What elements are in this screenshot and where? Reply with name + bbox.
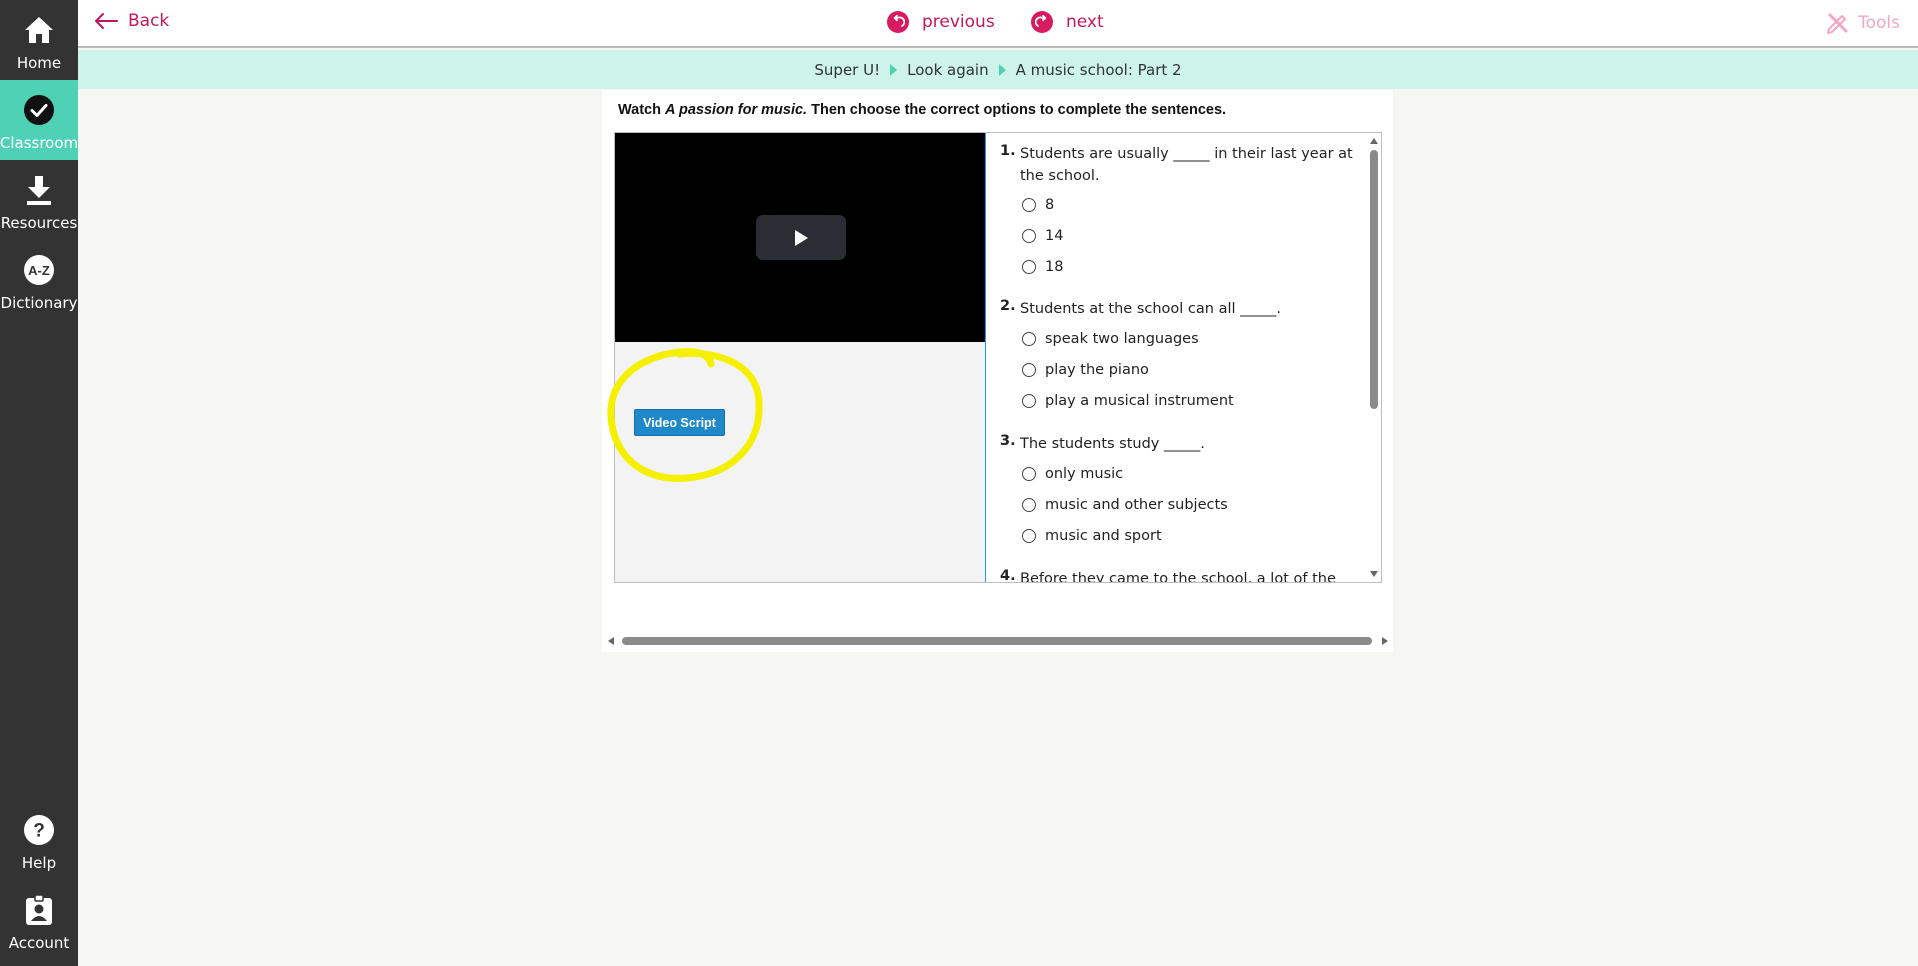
sidebar: Home Classroom Resources A-Z Dictionary … [0,0,78,966]
radio-button[interactable] [1022,394,1036,408]
media-pane: Video Script [607,133,986,582]
option-label: music and sport [1045,528,1162,544]
play-icon [795,229,808,246]
tools-label: Tools [1858,13,1900,33]
option-label: play a musical instrument [1045,393,1234,409]
option-label: 8 [1045,197,1055,213]
download-icon [22,173,56,207]
scroll-up-arrow-icon[interactable] [1370,138,1378,144]
next-button[interactable]: next [1031,11,1104,33]
radio-button[interactable] [1022,498,1036,512]
previous-button[interactable]: previous [887,11,995,33]
sidebar-item-resources[interactable]: Resources [0,160,78,240]
video-script-button[interactable]: Video Script [634,409,725,436]
option-q1-a[interactable]: 8 [1022,197,1054,213]
previous-icon [887,11,909,33]
instruction-text: Watch A passion for music. Then choose t… [618,102,1226,118]
check-circle-icon [22,93,56,127]
sidebar-item-classroom[interactable]: Classroom [0,80,78,160]
az-dictionary-icon: A-Z [22,253,56,287]
video-player[interactable] [615,133,985,342]
breadcrumb-separator-icon [998,63,1006,76]
sidebar-item-account[interactable]: Account [0,880,78,960]
breadcrumb-separator-icon [890,63,898,76]
sidebar-item-label: Home [16,54,62,72]
vertical-scrollbar[interactable] [1367,133,1381,582]
back-button[interactable]: Back [94,11,169,31]
question-text: The students study _____. [1020,436,1205,452]
question-number: 4. [1000,568,1016,582]
help-icon: ? [22,813,56,847]
scroll-down-arrow-icon[interactable] [1370,571,1378,577]
option-label: 14 [1045,228,1064,244]
scroll-right-arrow-icon[interactable] [1382,637,1388,645]
exercise-panel: Video Script 1. Students are usually ___… [607,132,1382,583]
play-button[interactable] [756,215,846,260]
next-label: next [1066,12,1104,32]
back-label: Back [128,11,170,31]
sidebar-item-dictionary[interactable]: A-Z Dictionary [0,240,78,320]
activity-card: Watch A passion for music. Then choose t… [602,90,1393,652]
option-q2-a[interactable]: speak two languages [1022,331,1199,347]
instruction-prefix: Watch [618,102,665,118]
sidebar-item-home[interactable]: Home [0,0,78,80]
breadcrumb-item-lesson: A music school: Part 2 [1015,60,1182,79]
question-text: Before they came to the school, a lot of… [1020,571,1336,582]
question-number: 3. [1000,433,1016,449]
scrollbar-thumb[interactable] [622,637,1372,645]
question-number: 1. [1000,143,1016,159]
breadcrumb-item-unit[interactable]: Look again [907,61,988,79]
breadcrumb: Super U! Look again A music school: Part… [78,50,1918,89]
horizontal-scrollbar[interactable] [606,635,1390,647]
scrollbar-thumb[interactable] [1370,150,1378,409]
instruction-video-title: A passion for music. [665,102,808,118]
option-q2-b[interactable]: play the piano [1022,362,1149,378]
option-q3-c[interactable]: music and sport [1022,528,1162,544]
option-q3-b[interactable]: music and other subjects [1022,497,1228,513]
option-label: music and other subjects [1045,497,1228,513]
account-icon [22,893,56,927]
radio-button[interactable] [1022,529,1036,543]
top-bar: Back previous next Tools [78,0,1918,48]
option-label: only music [1045,466,1124,482]
radio-button[interactable] [1022,363,1036,377]
radio-button[interactable] [1022,260,1036,274]
option-label: 18 [1045,259,1064,275]
svg-text:?: ? [33,821,45,842]
svg-text:A-Z: A-Z [28,263,50,278]
tools-button[interactable]: Tools [1826,11,1900,35]
option-q1-c[interactable]: 18 [1022,259,1063,275]
question-text: Students at the school can all _____. [1020,301,1281,317]
next-icon [1031,11,1053,33]
question-text: Students are usually _____ in their last… [1020,146,1353,184]
radio-button[interactable] [1022,467,1036,481]
sidebar-item-help[interactable]: ? Help [0,800,78,880]
option-q2-c[interactable]: play a musical instrument [1022,393,1234,409]
sidebar-item-label: Classroom [0,134,79,152]
previous-label: previous [922,12,995,32]
option-label: speak two languages [1045,331,1199,347]
question-number: 2. [1000,298,1016,314]
pencil-ruler-icon [1827,13,1848,34]
sidebar-item-label: Help [21,854,57,872]
questions-pane: 1. Students are usually _____ in their l… [986,133,1381,582]
sidebar-item-label: Resources [0,214,78,232]
breadcrumb-item-course[interactable]: Super U! [814,61,880,79]
option-q3-a[interactable]: only music [1022,466,1123,482]
option-q1-b[interactable]: 14 [1022,228,1063,244]
arrow-left-icon [95,13,118,29]
instruction-suffix: Then choose the correct options to compl… [807,102,1227,118]
option-label: play the piano [1045,362,1149,378]
home-icon [22,13,56,47]
sidebar-item-label: Dictionary [0,294,78,312]
radio-button[interactable] [1022,229,1036,243]
sidebar-item-label: Account [8,934,70,952]
radio-button[interactable] [1022,332,1036,346]
scroll-left-arrow-icon[interactable] [608,637,614,645]
radio-button[interactable] [1022,198,1036,212]
